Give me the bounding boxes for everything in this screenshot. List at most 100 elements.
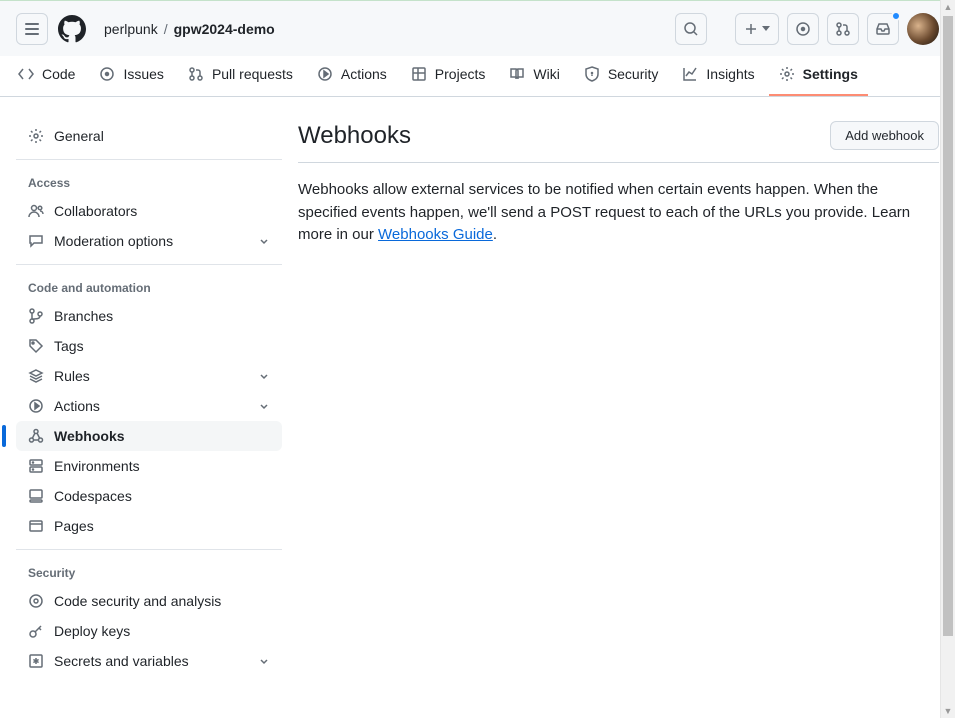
breadcrumb-owner[interactable]: perlpunk — [104, 21, 158, 37]
sidebar-group-access: Access — [16, 168, 282, 196]
play-icon — [28, 398, 44, 414]
sidebar-group-security: Security — [16, 558, 282, 586]
content-area: Webhooks Add webhook Webhooks allow exte… — [282, 121, 939, 676]
stack-icon — [28, 368, 44, 384]
tab-label: Security — [608, 66, 659, 82]
sidebar-item-moderation[interactable]: Moderation options — [16, 226, 282, 256]
notifications-button[interactable] — [867, 13, 899, 45]
table-icon — [411, 66, 427, 82]
comment-icon — [28, 233, 44, 249]
chevron-down-icon — [258, 370, 270, 382]
page-description: Webhooks allow external services to be n… — [298, 179, 939, 247]
git-pull-request-icon — [835, 21, 851, 37]
hamburger-icon — [25, 23, 39, 35]
tab-label: Pull requests — [212, 66, 293, 82]
issues-button[interactable] — [787, 13, 819, 45]
main-area: General Access Collaborators Moderation … — [0, 97, 955, 676]
tab-label: Projects — [435, 66, 486, 82]
pull-requests-button[interactable] — [827, 13, 859, 45]
sidebar-item-actions[interactable]: Actions — [16, 391, 282, 421]
tab-settings[interactable]: Settings — [769, 56, 868, 96]
plus-icon — [744, 22, 758, 36]
caret-down-icon — [762, 26, 770, 31]
tab-label: Settings — [803, 66, 858, 82]
github-logo[interactable] — [56, 13, 88, 45]
description-tail: . — [493, 226, 497, 243]
chevron-down-icon — [258, 400, 270, 412]
sidebar-item-environments[interactable]: Environments — [16, 451, 282, 481]
tab-insights[interactable]: Insights — [672, 56, 764, 96]
sidebar-item-secrets[interactable]: Secrets and variables — [16, 646, 282, 676]
scrollbar[interactable]: ▲ ▼ — [940, 0, 955, 718]
tab-actions[interactable]: Actions — [307, 56, 397, 96]
tab-code[interactable]: Code — [8, 56, 85, 96]
repo-tabs: Code Issues Pull requests Actions Projec… — [0, 56, 955, 97]
tab-pulls[interactable]: Pull requests — [178, 56, 303, 96]
people-icon — [28, 203, 44, 219]
issue-icon — [99, 66, 115, 82]
sidebar-item-pages[interactable]: Pages — [16, 511, 282, 541]
github-icon — [58, 15, 86, 43]
settings-sidebar: General Access Collaborators Moderation … — [0, 121, 282, 676]
page-title: Webhooks — [298, 122, 411, 150]
tab-wiki[interactable]: Wiki — [499, 56, 569, 96]
scrollbar-thumb[interactable] — [943, 16, 953, 636]
scan-icon — [28, 593, 44, 609]
sidebar-item-webhooks[interactable]: Webhooks — [16, 421, 282, 451]
avatar[interactable] — [907, 13, 939, 45]
menu-button[interactable] — [16, 13, 48, 45]
sidebar-item-deploykeys[interactable]: Deploy keys — [16, 616, 282, 646]
sidebar-item-label: Codespaces — [54, 488, 132, 504]
sidebar-item-label: Tags — [54, 338, 84, 354]
browser-icon — [28, 518, 44, 534]
webhook-icon — [28, 428, 44, 444]
tab-security[interactable]: Security — [574, 56, 669, 96]
tab-projects[interactable]: Projects — [401, 56, 496, 96]
chevron-down-icon — [258, 235, 270, 247]
sidebar-item-rules[interactable]: Rules — [16, 361, 282, 391]
search-icon — [683, 21, 699, 37]
tab-issues[interactable]: Issues — [89, 56, 173, 96]
sidebar-item-label: Actions — [54, 398, 100, 414]
tab-label: Wiki — [533, 66, 559, 82]
header-right — [675, 13, 939, 45]
sidebar-item-tags[interactable]: Tags — [16, 331, 282, 361]
play-icon — [317, 66, 333, 82]
scroll-down-arrow-icon[interactable]: ▼ — [944, 704, 953, 718]
sidebar-group-code: Code and automation — [16, 273, 282, 301]
sidebar-item-general[interactable]: General — [16, 121, 282, 151]
sidebar-item-label: Pages — [54, 518, 94, 534]
header-left: perlpunk / gpw2024-demo — [16, 13, 675, 45]
tab-label: Insights — [706, 66, 754, 82]
notification-indicator-icon — [891, 11, 901, 21]
book-icon — [509, 66, 525, 82]
create-menu-button[interactable] — [735, 13, 779, 45]
sidebar-item-collaborators[interactable]: Collaborators — [16, 196, 282, 226]
gear-icon — [28, 128, 44, 144]
sidebar-divider — [16, 549, 282, 550]
codespaces-icon — [28, 488, 44, 504]
sidebar-divider — [16, 159, 282, 160]
page-header: Webhooks Add webhook — [298, 121, 939, 163]
sidebar-item-label: Webhooks — [54, 428, 125, 444]
gear-icon — [779, 66, 795, 82]
sidebar-item-label: Secrets and variables — [54, 653, 189, 669]
sidebar-item-branches[interactable]: Branches — [16, 301, 282, 331]
tab-label: Actions — [341, 66, 387, 82]
breadcrumb-repo[interactable]: gpw2024-demo — [174, 21, 275, 37]
sidebar-item-codespaces[interactable]: Codespaces — [16, 481, 282, 511]
scroll-up-arrow-icon[interactable]: ▲ — [944, 0, 953, 14]
shield-icon — [584, 66, 600, 82]
tag-icon — [28, 338, 44, 354]
search-button[interactable] — [675, 13, 707, 45]
sidebar-item-label: Rules — [54, 368, 90, 384]
sidebar-item-codesec[interactable]: Code security and analysis — [16, 586, 282, 616]
sidebar-item-label: Code security and analysis — [54, 593, 221, 609]
add-webhook-button[interactable]: Add webhook — [830, 121, 939, 150]
git-branch-icon — [28, 308, 44, 324]
git-pull-request-icon — [188, 66, 204, 82]
sidebar-item-label: Branches — [54, 308, 113, 324]
dot-circle-icon — [795, 21, 811, 37]
webhooks-guide-link[interactable]: Webhooks Guide — [378, 226, 493, 243]
sidebar-item-label: General — [54, 128, 104, 144]
